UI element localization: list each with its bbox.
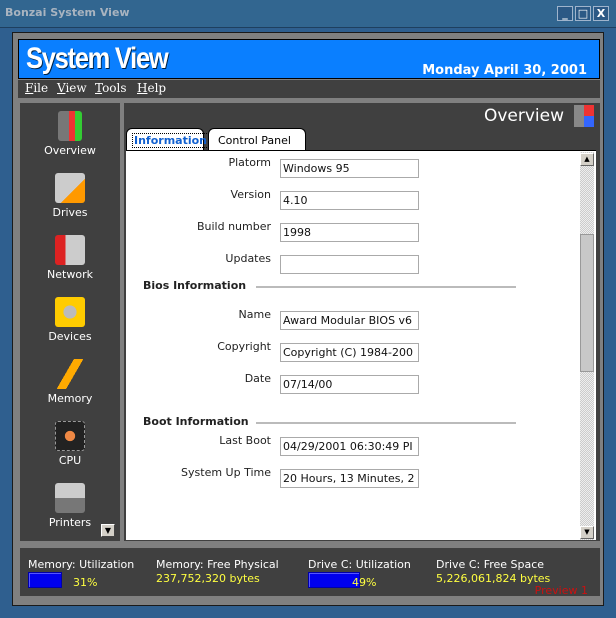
sidebar-scroll-down-button[interactable]: ▼: [101, 524, 115, 537]
sidebar-item-cpu[interactable]: CPU: [20, 413, 120, 473]
memory-free-label: Memory: Free Physical: [156, 558, 279, 571]
banner-date: Monday April 30, 2001: [422, 63, 587, 78]
section-divider: [256, 422, 516, 424]
build-number-label: Build number: [196, 220, 271, 233]
section-divider: [256, 286, 516, 288]
bios-date-field[interactable]: 07/14/00: [280, 375, 419, 394]
vertical-scrollbar[interactable]: ▲ ▼: [580, 152, 594, 540]
menu-bar: File View Tools Help: [18, 80, 600, 98]
menu-tools[interactable]: Tools: [95, 81, 127, 95]
memory-utilization-percent: 31%: [73, 576, 98, 589]
sidebar-item-overview[interactable]: Overview: [20, 103, 120, 163]
scroll-up-button[interactable]: ▲: [580, 153, 594, 166]
printer-icon: [55, 483, 85, 513]
lightning-icon: [55, 359, 85, 389]
memory-utilization-label: Memory: Utilization: [28, 558, 135, 571]
last-boot-field[interactable]: 04/29/2001 06:30:49 PI: [280, 437, 419, 456]
build-number-field[interactable]: 1998: [280, 223, 419, 242]
scroll-down-button[interactable]: ▼: [580, 526, 594, 539]
system-up-time-label: System Up Time: [181, 466, 271, 479]
sidebar-item-devices[interactable]: Devices: [20, 289, 120, 349]
windows-icon: [574, 105, 594, 127]
version-field[interactable]: 4.10: [280, 191, 419, 210]
tab-label: Information: [132, 133, 209, 148]
bios-name-field[interactable]: Award Modular BIOS v6: [280, 311, 419, 330]
drive-icon: [55, 173, 85, 203]
title-bar[interactable]: Bonzai System View _ □ X: [0, 0, 616, 28]
sidebar-item-network[interactable]: Network: [20, 227, 120, 287]
version-label: Version: [230, 188, 271, 201]
last-boot-label: Last Boot: [219, 434, 271, 447]
drive-utilization-label: Drive C: Utilization: [308, 558, 411, 571]
drive-free-label: Drive C: Free Space: [436, 558, 545, 571]
windows-icon: [58, 111, 82, 141]
scroll-thumb[interactable]: [580, 234, 594, 372]
sidebar-item-label: Devices: [48, 330, 92, 343]
sidebar-item-memory[interactable]: Memory: [20, 351, 120, 411]
devices-icon: [55, 297, 85, 327]
network-icon: [55, 235, 85, 265]
menu-file[interactable]: File: [25, 81, 48, 95]
bios-information-heading: Bios Information: [143, 279, 247, 292]
page-title: Overview: [483, 106, 564, 126]
minimize-button[interactable]: _: [557, 6, 573, 21]
tab-control-panel[interactable]: Control Panel: [208, 128, 306, 152]
updates-field[interactable]: [280, 255, 419, 274]
banner: System View Monday April 30, 2001: [18, 39, 600, 79]
memory-free-value: 237,752,320 bytes: [156, 572, 260, 585]
bios-copyright-label: Copyright: [217, 340, 271, 353]
sidebar-item-label: Drives: [52, 206, 88, 219]
close-button[interactable]: X: [593, 6, 609, 21]
sidebar-item-label: CPU: [58, 454, 82, 467]
sidebar-item-drives[interactable]: Drives: [20, 165, 120, 225]
maximize-button[interactable]: □: [575, 6, 591, 21]
sidebar-item-label: Overview: [44, 144, 96, 157]
bios-name-label: Name: [238, 308, 271, 321]
sidebar-item-label: Network: [47, 268, 93, 281]
bios-copyright-field[interactable]: Copyright (C) 1984-200: [280, 343, 419, 362]
sidebar: Overview Drives Network Devices Memory C…: [20, 103, 120, 541]
platform-label: Platorm: [228, 156, 271, 169]
updates-label: Updates: [225, 252, 271, 265]
banner-title: System View: [26, 42, 169, 75]
boot-information-heading: Boot Information: [143, 415, 249, 428]
drive-free-value: 5,226,061,824 bytes: [436, 572, 551, 585]
bios-date-label: Date: [244, 372, 271, 385]
drive-utilization-percent: 49%: [352, 576, 377, 589]
memory-utilization-fill: [28, 572, 63, 588]
menu-view[interactable]: View: [57, 81, 87, 95]
sidebar-item-label: Memory: [47, 392, 93, 405]
platform-field[interactable]: Windows 95: [280, 159, 419, 178]
menu-help[interactable]: Help: [137, 81, 166, 95]
window-title: Bonzai System View: [5, 6, 130, 19]
tab-information[interactable]: Information: [126, 128, 209, 152]
cpu-icon: [55, 421, 85, 451]
status-bar: Memory: Utilization 31% Memory: Free Phy…: [20, 548, 600, 597]
system-up-time-field[interactable]: 20 Hours, 13 Minutes, 2: [280, 469, 419, 488]
preview-label: Preview 1: [534, 584, 588, 597]
